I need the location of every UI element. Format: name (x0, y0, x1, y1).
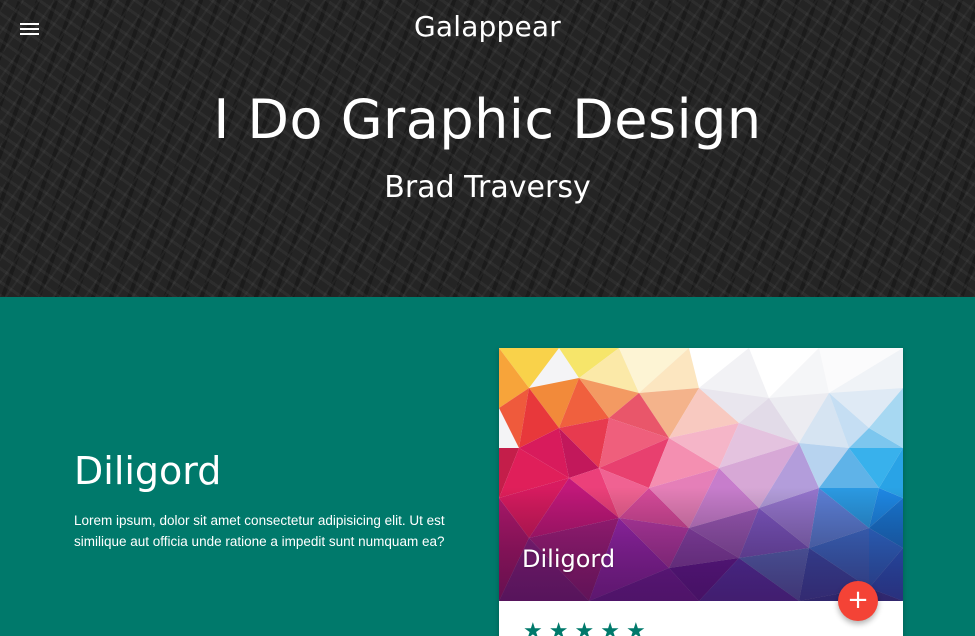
star-icon[interactable]: ★ (574, 620, 594, 636)
brand-logo[interactable]: Galappear (0, 10, 975, 43)
section-description: Lorem ipsum, dolor sit amet consectetur … (74, 513, 445, 549)
add-button[interactable]: + (838, 581, 878, 621)
section-title: Diligord (74, 449, 222, 493)
star-icon[interactable]: ★ (549, 620, 569, 636)
star-rating: ★ ★ ★ ★ ★ (523, 620, 646, 636)
card-title: Diligord (522, 545, 616, 573)
star-icon[interactable]: ★ (626, 620, 646, 636)
feature-section: Diligord Lorem ipsum, dolor sit amet con… (0, 297, 975, 636)
star-icon[interactable]: ★ (600, 620, 620, 636)
star-icon[interactable]: ★ (523, 620, 543, 636)
hero-header: Galappear I Do Graphic Design Brad Trave… (0, 0, 975, 297)
project-card: Diligord + ★ ★ ★ ★ ★ (499, 348, 903, 636)
hero-subtitle: Brad Traversy (384, 170, 591, 205)
card-image: Diligord (499, 348, 903, 601)
plus-icon: + (847, 585, 869, 615)
hero-title: I Do Graphic Design (213, 88, 762, 151)
